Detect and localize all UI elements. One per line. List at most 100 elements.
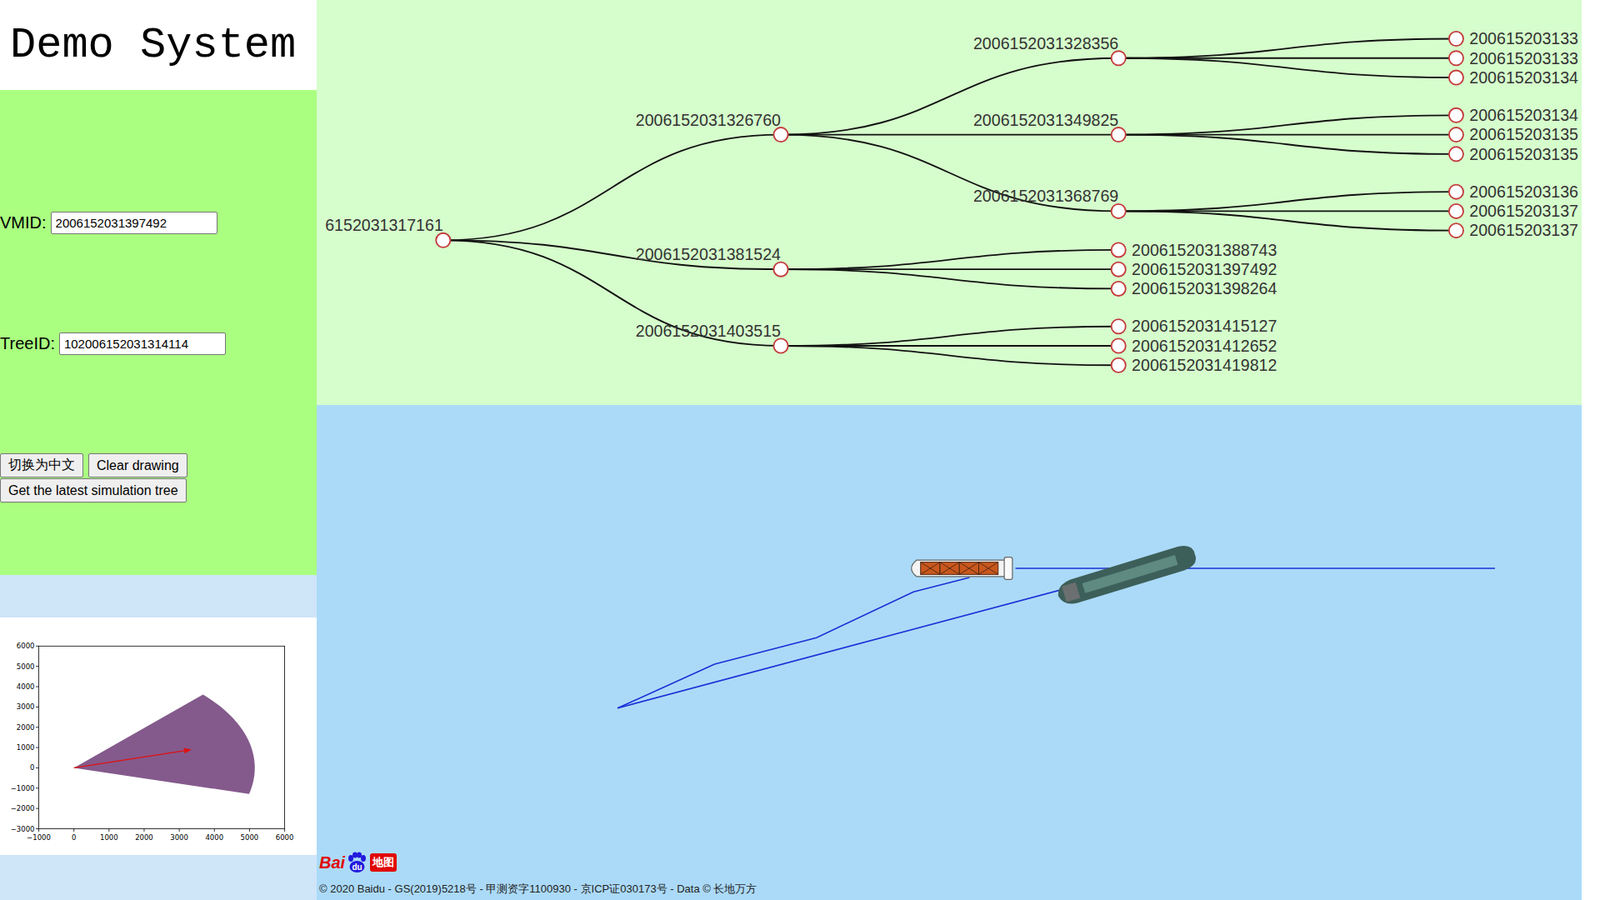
node-label[interactable]: 200615203135 — [1469, 145, 1579, 164]
text-field[interactable] — [59, 332, 226, 355]
node-label[interactable]: 2006152031412652 — [1131, 336, 1277, 355]
y-tick-label: 5000 — [16, 662, 35, 671]
text-field[interactable] — [50, 211, 218, 235]
y-tick-label: 0 — [30, 763, 35, 772]
node-label[interactable]: 2006152031403515 — [635, 321, 781, 340]
logo-badge: 地图 — [370, 853, 397, 872]
button-row: Get the latest simulation tree — [0, 478, 317, 503]
map-attribution: Baidu地图© 2020 Baidu - GS(2019)5218号 - 甲测… — [319, 851, 757, 897]
x-tick-label: −1000 — [26, 833, 51, 842]
tree-node[interactable] — [1111, 127, 1126, 142]
node-label[interactable]: 2006152031397492 — [1131, 260, 1277, 279]
heading-arrow — [74, 750, 185, 769]
node-label[interactable]: 2006152031419812 — [1131, 355, 1277, 375]
field-row: TreeID: — [0, 332, 317, 355]
node-label[interactable]: 2006152031415127 — [1131, 316, 1277, 335]
y-tick-label: −2000 — [10, 804, 35, 813]
action-button[interactable]: Get the latest simulation tree — [0, 478, 187, 503]
tree-node[interactable] — [1111, 242, 1126, 257]
container-ship-icon[interactable] — [911, 557, 1013, 580]
tree-node[interactable] — [773, 127, 788, 142]
control-panel: VMID: TreeID: 切换为中文Clear drawingGet the la… — [0, 90, 317, 575]
action-button[interactable]: Clear drawing — [88, 453, 188, 478]
y-tick-label: −1000 — [10, 784, 35, 793]
tree-node[interactable] — [1111, 281, 1126, 296]
node-label[interactable]: 2006152031328356 — [973, 34, 1119, 53]
x-tick-label: 2000 — [135, 833, 154, 842]
tree-node[interactable] — [1449, 223, 1464, 238]
main-area: 6152031317161 2006152031326760 20061520313… — [316, 0, 1582, 900]
page: Demo SystemVMID:TreeID:切换为中文Clear drawin… — [0, 0, 1600, 900]
node-label[interactable]: 200615203136 — [1469, 182, 1579, 201]
node-label[interactable]: 200615203133 — [1469, 29, 1579, 48]
spacer-strip — [0, 575, 317, 618]
node-label[interactable]: 200615203134 — [1469, 68, 1579, 87]
node-label[interactable]: 200615203137 — [1469, 220, 1579, 240]
tree-node[interactable] — [1449, 204, 1464, 219]
tree-link — [780, 134, 1119, 136]
logo-word: Bai — [319, 853, 345, 873]
ship-track — [617, 590, 1062, 709]
sector — [74, 695, 255, 795]
button-group: 切换为中文Clear drawingGet the latest simulat… — [0, 453, 317, 503]
tree-node[interactable] — [1449, 31, 1464, 46]
tree-node[interactable] — [1111, 358, 1126, 373]
tree-node[interactable] — [1111, 338, 1126, 353]
tree-node[interactable] — [1449, 70, 1464, 85]
tanker-ship-photo[interactable] — [1055, 542, 1200, 608]
y-tick-label: 6000 — [16, 641, 35, 650]
node-label[interactable]: 200615203135 — [1469, 125, 1579, 144]
tree-link — [780, 135, 1119, 212]
simulation-tree: 6152031317161 2006152031326760 20061520313… — [316, 0, 1582, 405]
tree-node[interactable] — [1449, 185, 1464, 200]
node-label[interactable]: 200615203133 — [1469, 49, 1579, 68]
tree-link — [780, 326, 1119, 346]
action-button[interactable]: 切换为中文 — [0, 453, 84, 478]
node-label[interactable]: 200615203137 — [1469, 201, 1579, 220]
tree-node[interactable] — [1449, 146, 1464, 161]
node-label[interactable]: 200615203134 — [1469, 105, 1579, 125]
tree-link — [443, 240, 781, 346]
y-tick-label: 2000 — [16, 723, 35, 732]
tree-link — [780, 269, 1119, 289]
node-label[interactable]: 2006152031368769 — [973, 186, 1119, 205]
node-label[interactable]: 2006152031398264 — [1131, 279, 1277, 298]
svg-text:du: du — [352, 862, 363, 872]
tree-link — [1118, 135, 1456, 155]
detection-sector-chart: −10000100020003000400050006000−3000−2000… — [0, 617, 317, 855]
tree-node[interactable] — [1111, 262, 1126, 277]
field-label: VMID: — [0, 213, 47, 233]
tree-node[interactable] — [773, 338, 788, 353]
map-canvas[interactable] — [316, 405, 1582, 900]
arrow-head-icon — [183, 747, 191, 754]
tree-node[interactable] — [1111, 204, 1126, 219]
tree-node[interactable] — [1449, 50, 1464, 65]
x-tick-label: 4000 — [205, 833, 224, 842]
node-label[interactable]: 2006152031381524 — [635, 245, 781, 264]
axes-frame — [39, 645, 285, 829]
button-row: 切换为中文Clear drawing — [0, 453, 317, 478]
tree-node[interactable] — [1449, 108, 1464, 123]
spacer-strip — [0, 855, 317, 900]
tree-link — [1118, 191, 1456, 211]
tree-link — [443, 135, 781, 241]
baidu-logo[interactable]: Baidu 地图 — [319, 851, 757, 874]
y-tick-label: 1000 — [16, 743, 35, 752]
tree-node[interactable] — [1111, 50, 1126, 65]
x-tick-label: 1000 — [100, 833, 119, 842]
node-label[interactable]: 2006152031326760 — [635, 110, 781, 130]
node-label[interactable]: 6152031317161 — [325, 215, 444, 235]
field-row: VMID: — [0, 211, 317, 235]
tree-node[interactable] — [1111, 319, 1126, 334]
chart-box: −10000100020003000400050006000−3000−2000… — [0, 617, 317, 855]
paw-icon: du — [345, 851, 368, 874]
node-label[interactable]: 2006152031349825 — [973, 110, 1119, 130]
tree-node[interactable] — [1449, 127, 1464, 142]
tree-panel: 6152031317161 2006152031326760 20061520313… — [316, 0, 1582, 405]
map-panel: Baidu地图© 2020 Baidu - GS(2019)5218号 - 甲测… — [316, 405, 1582, 900]
node-label[interactable]: 2006152031388743 — [1131, 240, 1277, 260]
x-tick-label: 3000 — [170, 833, 189, 842]
tree-node[interactable] — [435, 233, 450, 248]
x-tick-label: 0 — [71, 833, 76, 842]
tree-node[interactable] — [773, 262, 788, 277]
